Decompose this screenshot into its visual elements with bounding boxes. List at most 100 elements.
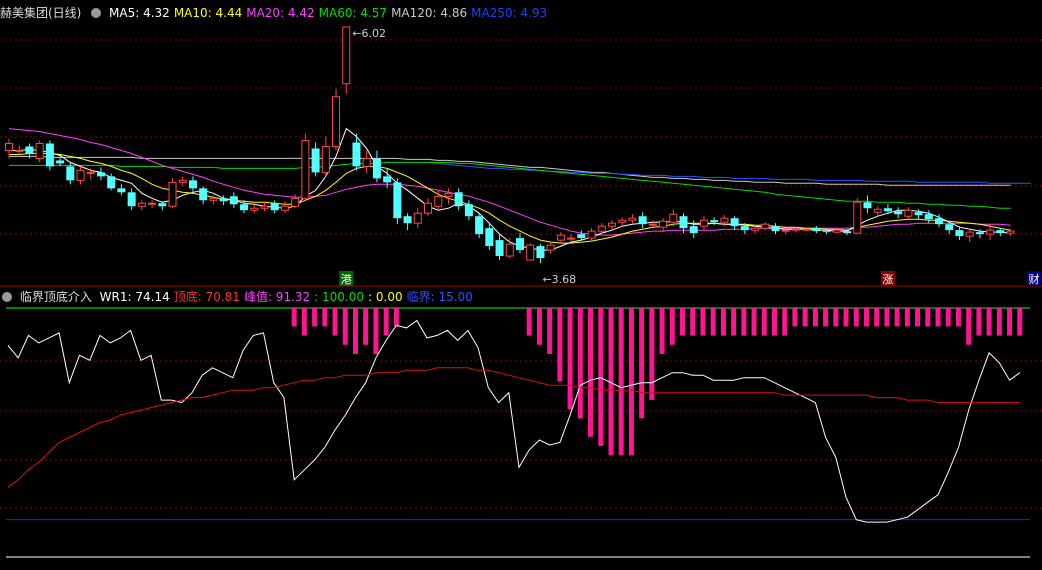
candle-body <box>904 209 913 217</box>
peak-bar <box>628 308 634 456</box>
candle-body <box>240 204 249 211</box>
peak-bar <box>577 308 583 419</box>
candle-body <box>699 219 708 227</box>
candle-body <box>516 238 524 251</box>
peak-bar <box>710 308 716 336</box>
candle-body <box>710 220 719 223</box>
indicator-panel-header: 临界顶底介入 WR1: 74.14 顶底: 70.81 峰值: 91.32: 100… <box>0 289 481 305</box>
peak-bar <box>383 308 389 336</box>
peak-bar <box>322 308 328 327</box>
peak-bar <box>700 308 706 336</box>
peak-bar <box>342 308 348 345</box>
peak-bar <box>567 308 573 410</box>
candle-body <box>475 216 484 235</box>
peak-bar <box>536 308 542 345</box>
candle-body <box>424 202 433 214</box>
indicator-legend: WR1: 74.14 顶底: 70.81 峰值: 91.32: 100.00: 0.… <box>100 290 477 304</box>
candle-body <box>86 171 95 174</box>
candle-body <box>883 208 892 212</box>
candle-body <box>618 219 627 223</box>
candle-body <box>403 216 412 224</box>
peak-bar <box>894 308 900 327</box>
peak-bar <box>945 308 951 327</box>
candle-body <box>751 227 760 231</box>
candle-body <box>567 237 576 240</box>
candle-body <box>209 197 218 201</box>
candle-body <box>229 196 238 205</box>
candle-body <box>301 140 310 199</box>
peak-bar <box>363 308 369 345</box>
candle-body <box>352 142 361 167</box>
candle-body <box>45 143 54 167</box>
peak-bar <box>373 308 379 354</box>
peak-bar <box>680 308 686 336</box>
peak-bar <box>598 308 604 446</box>
candle-body <box>188 180 197 189</box>
indicator-title: 临界顶底介入 <box>19 290 92 304</box>
wr1-line <box>7 319 1021 523</box>
high-price-label: ←6.02 <box>352 27 386 40</box>
candle-body <box>914 212 923 216</box>
candle-body <box>15 149 24 152</box>
peak-bar <box>639 308 645 419</box>
peak-bar <box>772 308 777 336</box>
candle-body <box>546 244 555 251</box>
candle-body <box>853 201 862 234</box>
peak-bar <box>526 308 532 336</box>
candle-body <box>955 230 964 237</box>
candle-body <box>117 188 126 193</box>
indicator-value-label: 峰值: 91.32 <box>243 290 311 304</box>
peak-bar <box>782 308 788 336</box>
candle-body <box>894 211 903 215</box>
ma-legend: MA5: 4.32 MA10: 4.44 MA20: 4.42 MA60: 4.57 M… <box>109 6 551 20</box>
peak-bar <box>649 308 655 400</box>
ma-label: MA250: 4.93 <box>471 6 548 20</box>
ma-label: MA120: 4.86 <box>391 6 468 20</box>
peak-bar <box>1007 308 1013 336</box>
candle-body <box>873 208 882 213</box>
event-marker-label: 涨 <box>882 273 893 286</box>
candle-body <box>607 222 616 227</box>
candle-body <box>35 143 44 159</box>
peak-bar <box>720 308 726 336</box>
peak-bar <box>761 308 767 336</box>
candle-body <box>628 217 637 221</box>
peak-bar <box>986 308 992 336</box>
candle-body <box>689 226 698 234</box>
peak-bar <box>659 308 665 354</box>
candle-body <box>771 226 780 232</box>
stock-name: 赫美集团(日线) <box>0 6 82 20</box>
candle-body <box>495 240 504 257</box>
candle-body <box>648 223 657 226</box>
candle-body <box>843 231 852 234</box>
candle-body <box>383 176 392 183</box>
peak-bar <box>741 308 747 336</box>
peak-bar <box>669 308 675 345</box>
candle-body <box>986 229 995 235</box>
event-marker-label: 财 <box>1029 272 1040 286</box>
indicator-panel[interactable] <box>0 288 1042 570</box>
indicator-value-label: 临界: 15.00 <box>406 290 473 304</box>
candle-body <box>791 228 800 231</box>
candle-body <box>168 181 177 207</box>
peak-bar <box>863 308 869 327</box>
peak-bar <box>884 308 890 327</box>
indicator-value-label: : 100.00 <box>314 290 365 304</box>
peak-bar <box>291 308 297 327</box>
candle-body <box>935 218 944 225</box>
price-panel[interactable]: ←6.02 ←3.68 港 涨 财 <box>0 0 1042 290</box>
candle-body <box>362 157 371 167</box>
candle-body <box>250 207 259 211</box>
candle-body <box>56 160 65 164</box>
candle-body <box>66 166 75 181</box>
candle-body <box>526 244 535 261</box>
settings-dot-icon[interactable] <box>91 8 102 18</box>
peak-bar <box>935 308 941 327</box>
settings-dot-icon[interactable] <box>2 292 12 302</box>
indicator-value-label: 顶底: 70.81 <box>173 290 240 304</box>
peak-bar <box>955 308 961 327</box>
candle-body <box>659 220 668 228</box>
peak-bar <box>833 308 839 327</box>
kline-chart-window: ←6.02 ←3.68 港 涨 财 赫美集团(日线) MA5: 4.32 MA10: 4.… <box>0 0 1042 570</box>
candle-body <box>25 146 34 154</box>
